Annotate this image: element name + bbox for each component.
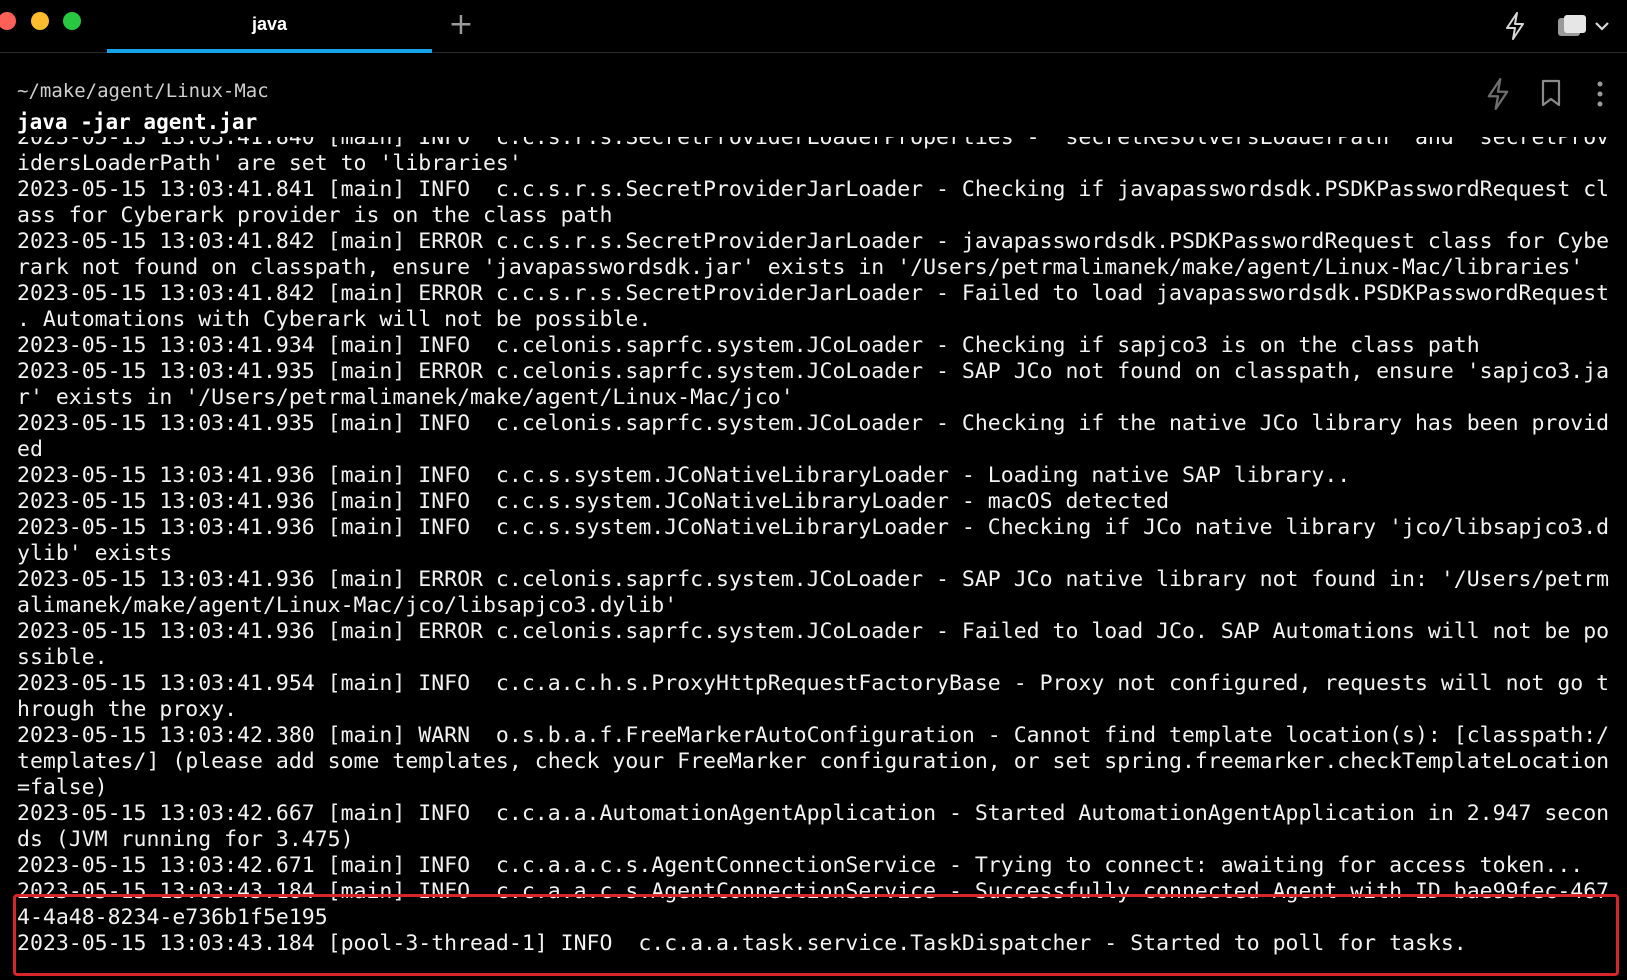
warp-bolt-icon[interactable] [1503,12,1527,40]
title-bar: java + [0,0,1627,53]
working-directory: ~/make/agent/Linux-Mac [17,80,269,102]
log-line: 2023-05-15 13:03:41.935 [main] INFO c.ce… [17,411,1610,436]
log-line: rark not found on classpath, ensure 'jav… [17,255,1584,280]
log-line: hrough the proxy. [17,697,238,722]
log-line: 2023-05-15 13:03:41.841 [main] INFO c.c.… [17,177,1610,202]
executed-command: java -jar agent.jar [17,110,258,134]
close-window-button[interactable] [0,12,16,30]
log-line: 2023-05-15 13:03:41.935 [main] ERROR c.c… [17,359,1610,384]
log-line: ylib' exists [17,541,173,566]
active-tab-indicator [107,49,432,53]
zoom-window-button[interactable] [63,12,81,30]
log-line: =false) [17,775,108,800]
log-line: ssible. [17,645,108,670]
log-line: templates/] (please add some templates, … [17,749,1610,774]
log-line: idersLoaderPath' are set to 'libraries' [17,151,522,176]
log-line: alimanek/make/agent/Linux-Mac/jco/libsap… [17,593,678,618]
new-tab-button[interactable]: + [447,10,475,40]
more-vertical-icon[interactable] [1594,78,1606,110]
log-line: . Automations with Cyberark will not be … [17,307,652,332]
log-line: ed [17,437,43,462]
log-line: ass for Cyberark provider is on the clas… [17,203,613,228]
chevron-down-icon [1595,22,1609,31]
log-line: r' exists in '/Users/petrmalimanek/make/… [17,385,794,410]
log-line: 2023-05-15 13:03:41.954 [main] INFO c.c.… [17,671,1610,696]
log-line: 2023-05-15 13:03:41.842 [main] ERROR c.c… [17,229,1610,254]
log-line: 2023-05-15 13:03:41.936 [main] ERROR c.c… [17,567,1610,592]
bookmark-icon[interactable] [1539,78,1563,108]
log-line: 2023-05-15 13:03:41.934 [main] INFO c.ce… [17,333,1480,358]
terminal-output[interactable]: 2023-05-15 13:03:41.840 [main] INFO c.c.… [17,137,1617,980]
log-line: 2023-05-15 13:03:42.671 [main] INFO c.c.… [17,853,1584,878]
panes-icon[interactable] [1556,12,1616,40]
tab-java[interactable]: java [107,0,432,53]
log-line: 2023-05-15 13:03:42.667 [main] INFO c.c.… [17,801,1610,826]
log-line: 2023-05-15 13:03:41.840 [main] INFO c.c.… [17,137,1610,150]
log-line: 2023-05-15 13:03:42.380 [main] WARN o.s.… [17,723,1610,748]
highlight-box [13,894,1619,976]
tab-label: java [251,14,288,34]
log-line: 2023-05-15 13:03:41.936 [main] ERROR c.c… [17,619,1610,644]
bolt-icon[interactable] [1484,78,1512,110]
log-line: 2023-05-15 13:03:41.936 [main] INFO c.c.… [17,515,1610,540]
log-line: 2023-05-15 13:03:41.936 [main] INFO c.c.… [17,489,1170,514]
log-line: 2023-05-15 13:03:41.842 [main] ERROR c.c… [17,281,1610,306]
log-line: 2023-05-15 13:03:41.936 [main] INFO c.c.… [17,463,1351,488]
minimize-window-button[interactable] [31,12,49,30]
log-line: ds (JVM running for 3.475) [17,827,354,852]
block-actions [1484,78,1614,112]
